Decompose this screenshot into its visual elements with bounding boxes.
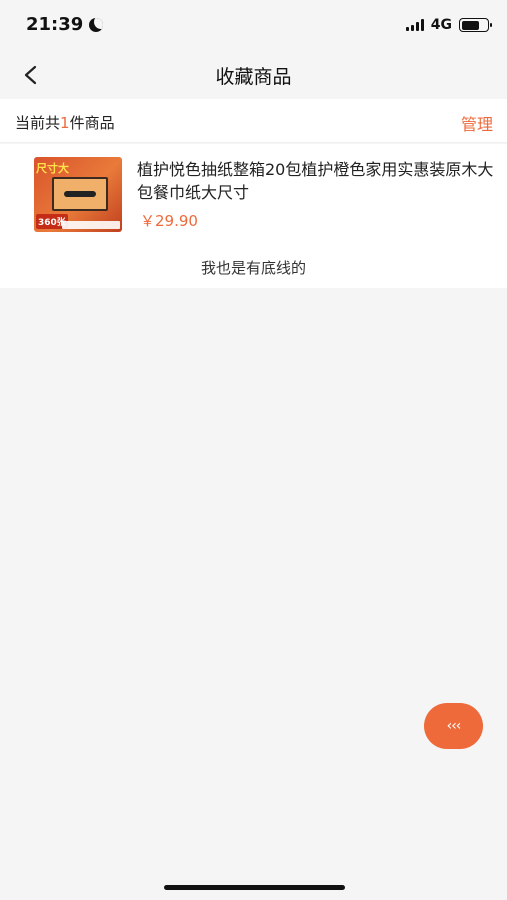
end-of-list-text: 我也是有底线的 (200, 259, 306, 277)
product-name[interactable]: 植护悦色抽纸整箱20包植护橙色家用实惠装原木大包餐巾纸大尺寸 (137, 158, 499, 204)
moon-icon (89, 17, 104, 32)
thumb-strip (62, 221, 120, 229)
tissue-box-graphic (52, 177, 108, 211)
nav-bar: 收藏商品 (0, 52, 507, 98)
status-time: 21:39 (26, 14, 104, 35)
page-title: 收藏商品 (215, 66, 292, 88)
item-count: 1 (60, 114, 70, 132)
product-price: ￥29.90 (140, 212, 198, 230)
triple-chevron-left-icon: ‹‹‹ (446, 718, 462, 734)
floating-back-button[interactable]: ‹‹‹ (424, 703, 483, 749)
battery-icon (459, 18, 492, 32)
favorite-product-item[interactable]: 尺寸大 360张 植护悦色抽纸整箱20包植护橙色家用实惠装原木大包餐巾纸大尺寸 … (0, 144, 507, 244)
status-indicators: 4G (405, 17, 492, 33)
item-count-text: 当前共1件商品 (15, 112, 115, 133)
signal-icon (405, 19, 424, 31)
clock-text: 21:39 (26, 14, 84, 35)
home-indicator (164, 885, 345, 890)
manage-button[interactable]: 管理 (461, 111, 493, 135)
status-bar: 21:39 4G (0, 0, 507, 52)
count-prefix: 当前共 (15, 114, 61, 132)
count-suffix: 件商品 (69, 114, 115, 132)
product-image[interactable]: 尺寸大 360张 (34, 157, 122, 232)
thumb-tag: 尺寸大 (36, 162, 69, 175)
favorites-summary: 当前共1件商品 管理 (0, 99, 507, 143)
end-of-list: 我也是有底线的 (0, 244, 507, 288)
network-type: 4G (430, 17, 452, 33)
